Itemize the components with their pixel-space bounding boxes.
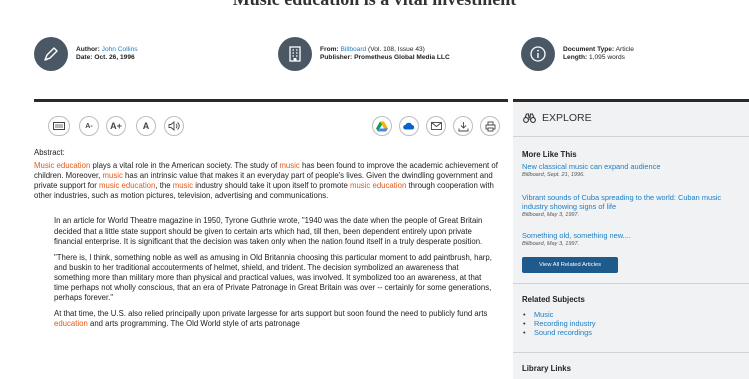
doc-type-value: Article (615, 45, 634, 53)
related-subjects-heading: Related Subjects (522, 295, 585, 304)
search-term-highlight: music education (99, 181, 156, 191)
related-article[interactable]: New classical music can expand audience … (522, 162, 746, 178)
length-value: 1,095 words (589, 54, 625, 61)
search-term-highlight: music (172, 181, 194, 191)
text-run: industry should take it upon itself to p… (193, 181, 350, 191)
search-term-highlight: music (102, 171, 123, 181)
info-icon (521, 37, 555, 71)
subject-link[interactable]: Recording industry (522, 319, 596, 328)
text-run: plays a vital role in the American socie… (90, 161, 280, 171)
related-article-source: Billboard, May 3, 1997. (522, 241, 580, 248)
text-run: At that time, the U.S. also relied princ… (54, 309, 488, 319)
related-article-title[interactable]: Something old, something new.... (522, 231, 746, 240)
source-meta: From: Billboard (Vol. 108, Issue 43) Pub… (278, 37, 450, 71)
print-button[interactable] (480, 116, 500, 136)
explore-header: EXPLORE (523, 112, 592, 124)
issue-text: (Vol. 108, Issue 43) (368, 45, 425, 53)
google-drive-icon (376, 121, 388, 131)
building-icon (278, 37, 312, 71)
main-divider (34, 99, 508, 102)
article-paragraph: "There is, I think, something noble as w… (54, 252, 492, 303)
from-label: From: (320, 45, 339, 53)
search-term-highlight: Music education (34, 161, 91, 171)
contrast-button[interactable]: A (136, 116, 156, 136)
binoculars-icon (523, 113, 536, 123)
dictionary-button[interactable] (48, 116, 70, 136)
author-link[interactable]: John Collins (102, 46, 138, 53)
dictionary-icon (53, 122, 65, 130)
article-paragraph: At that time, the U.S. also relied princ… (54, 309, 494, 329)
sidebar-separator (513, 352, 749, 353)
search-term-highlight: music (279, 161, 300, 171)
related-article-title[interactable]: Vibrant sounds of Cuba spreading to the … (522, 193, 746, 211)
sidebar-separator (513, 283, 749, 284)
subject-link[interactable]: Music (522, 310, 596, 319)
onedrive-icon (403, 122, 415, 130)
print-icon (485, 121, 495, 131)
abstract-text: Music education plays a vital role in th… (34, 161, 508, 201)
related-article[interactable]: Something old, something new.... Billboa… (522, 231, 746, 247)
document-meta: Document Type: Article Length: 1,095 wor… (521, 37, 634, 71)
download-icon (458, 121, 468, 131)
pen-icon (34, 37, 68, 71)
email-icon (430, 122, 442, 130)
search-term-highlight: music education (349, 181, 407, 191)
related-article[interactable]: Vibrant sounds of Cuba spreading to the … (522, 193, 746, 218)
email-button[interactable] (426, 116, 446, 136)
author-meta: Author: John Collins Date: Oct. 26, 1996 (34, 37, 138, 71)
listen-button[interactable] (164, 116, 184, 136)
library-links-heading: Library Links (522, 364, 571, 373)
publisher-label: Publisher: (320, 54, 353, 61)
date-value: Oct. 26, 1996 (94, 54, 135, 61)
author-label: Author: (76, 45, 100, 53)
text-run: and arts programming. The Old World styl… (87, 319, 300, 329)
article-body: Abstract: Music education plays a vital … (34, 148, 508, 335)
font-decrease-icon: A- (85, 122, 93, 130)
increase-font-button[interactable]: A+ (106, 116, 126, 136)
decrease-font-button[interactable]: A- (79, 116, 99, 136)
doc-type-label: Document Type: (563, 45, 615, 53)
view-all-related-button[interactable]: View All Related Articles (522, 257, 618, 273)
onedrive-button[interactable] (399, 116, 419, 136)
subject-link[interactable]: Sound recordings (522, 328, 596, 337)
explore-title: EXPLORE (542, 112, 592, 124)
listen-icon (168, 121, 180, 131)
abstract-label: Abstract: (34, 148, 65, 157)
publisher-value: Prometheus Global Media LLC (354, 54, 450, 61)
related-article-source: Billboard, May 3, 1997. (522, 212, 580, 219)
date-label: Date: (76, 54, 93, 61)
related-article-source: Billboard, Sept. 21, 1996. (522, 172, 585, 179)
font-increase-icon: A+ (110, 121, 122, 131)
source-link[interactable]: Billboard (341, 46, 367, 53)
font-contrast-icon: A (142, 121, 150, 131)
length-label: Length: (563, 54, 588, 61)
more-like-this-heading: More Like This (522, 150, 577, 159)
download-button[interactable] (453, 116, 473, 136)
sidebar-separator (513, 136, 749, 137)
article-paragraph: In an article for World Theatre magazine… (54, 216, 483, 246)
text-run: , the (155, 181, 173, 191)
related-subjects-list: Music Recording industry Sound recording… (522, 310, 596, 338)
search-term-highlight: education (54, 319, 88, 329)
google-drive-button[interactable] (372, 116, 392, 136)
related-article-title[interactable]: New classical music can expand audience (522, 162, 746, 171)
page-title: Music education is a vital investment (0, 0, 749, 10)
